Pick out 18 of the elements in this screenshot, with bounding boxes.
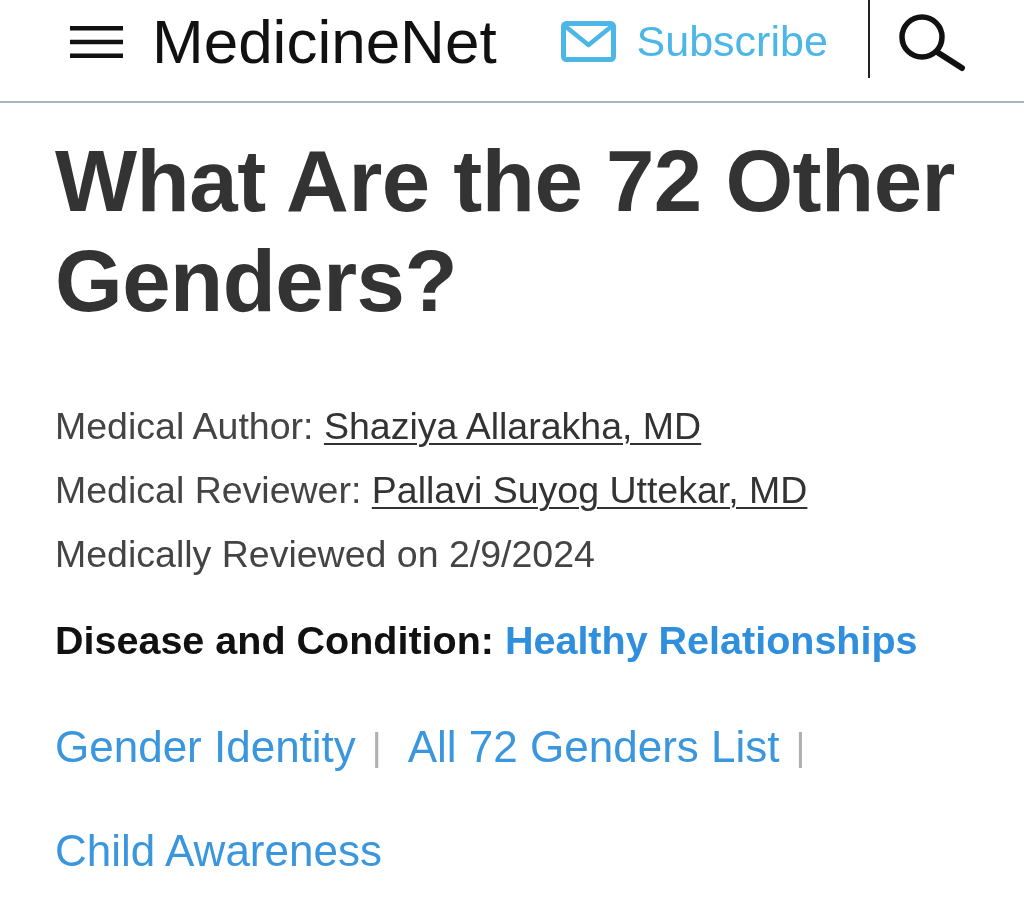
review-date: Medically Reviewed on 2/9/2024: [55, 533, 595, 575]
credit-label: Medical Reviewer:: [55, 469, 362, 511]
author-link[interactable]: Shaziya Allarakha, MD: [323, 405, 702, 447]
credit-label: Medical Author:: [55, 405, 314, 447]
author-link[interactable]: Pallavi Suyog Uttekar, MD: [371, 469, 808, 511]
category-label: Disease and Condition:: [55, 618, 494, 662]
link-separator: |: [795, 725, 806, 770]
menu-icon[interactable]: [70, 25, 123, 58]
site-logo[interactable]: MedicineNet: [152, 10, 497, 73]
category-link[interactable]: Healthy Relationships: [504, 618, 918, 662]
mail-icon: [560, 21, 616, 62]
article-title: What Are the 72 Other Genders?: [55, 131, 956, 331]
topic-link[interactable]: All 72 Genders List: [407, 695, 780, 799]
search-icon[interactable]: [897, 13, 966, 72]
topic-link[interactable]: Child Awareness: [55, 799, 382, 901]
link-separator: |: [371, 725, 382, 770]
subscribe-link[interactable]: Subscribe: [560, 20, 828, 63]
topic-link[interactable]: Gender Identity: [55, 695, 356, 799]
